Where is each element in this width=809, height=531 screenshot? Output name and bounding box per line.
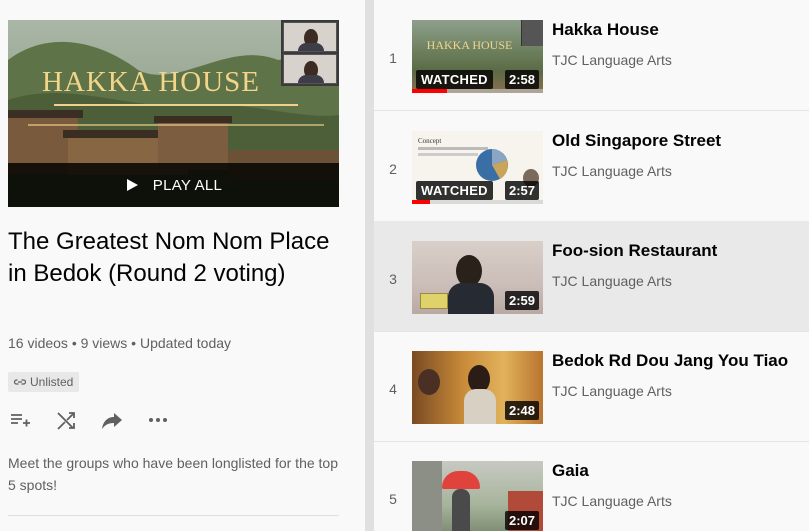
video-channel[interactable]: TJC Language Arts — [552, 383, 672, 399]
video-title[interactable]: Old Singapore Street — [552, 131, 721, 151]
play-all-label: PLAY ALL — [152, 176, 223, 194]
video-title[interactable]: Foo-sion Restaurant — [552, 241, 717, 261]
person-body — [452, 489, 470, 531]
hero-title-rule-lower — [28, 124, 324, 126]
watched-badge: WATCHED — [416, 181, 493, 200]
video-thumbnail[interactable]: 2:59 — [412, 241, 543, 314]
visibility-badge: Unlisted — [8, 372, 80, 392]
hero-title-rule — [54, 104, 298, 106]
playlist-video-row[interactable]: 4 2:48 Bedok Rd Dou Jang You Tiao TJC La… — [374, 331, 809, 441]
webcam-tiles — [281, 20, 339, 86]
person-body — [448, 283, 494, 314]
video-duration: 2:58 — [504, 70, 539, 89]
play-all-button[interactable]: PLAY ALL — [8, 163, 339, 207]
video-channel[interactable]: TJC Language Arts — [552, 163, 672, 179]
background-object — [420, 293, 448, 309]
more-options-button[interactable] — [146, 408, 170, 432]
watch-progress-bar — [412, 200, 431, 204]
playlist-description: Meet the groups who have been longlisted… — [8, 455, 338, 493]
video-channel[interactable]: TJC Language Arts — [552, 273, 672, 289]
visibility-label: Unlisted — [30, 375, 74, 389]
play-icon — [126, 179, 138, 191]
more-icon — [149, 418, 167, 422]
thumb-overlay-text: Concept — [418, 137, 442, 145]
playlist-video-row[interactable]: 1 HAKKA HOUSE WATCHED 2:58 Hakka House T… — [374, 0, 809, 110]
video-duration: 2:07 — [504, 511, 539, 530]
watch-progress-bar — [412, 89, 448, 93]
video-index: 4 — [389, 381, 397, 397]
playlist-title[interactable]: The Greatest Nom Nom Place in Bedok (Rou… — [8, 226, 338, 290]
background-building — [412, 461, 442, 531]
progress-track — [412, 200, 543, 204]
shuffle-button[interactable] — [54, 408, 78, 432]
playlist-stats: 16 videos • 9 views • Updated today — [8, 335, 232, 351]
person-head — [418, 369, 440, 395]
playlist-actions — [8, 408, 170, 432]
playlist-video-list: 1 HAKKA HOUSE WATCHED 2:58 Hakka House T… — [374, 0, 809, 531]
video-thumbnail[interactable]: Concept WATCHED 2:57 — [412, 131, 543, 204]
playlist-thumbnail[interactable]: HAKKA HOUSE PLAY ALL — [8, 20, 339, 207]
divider — [8, 515, 339, 516]
pie-illustration — [476, 149, 508, 181]
video-duration: 2:48 — [504, 401, 539, 420]
hero-overlay-title: HAKKA HOUSE — [41, 66, 261, 98]
watched-badge: WATCHED — [416, 70, 493, 89]
playlist-header-panel: HAKKA HOUSE PLAY ALL The Greatest Nom No… — [0, 0, 365, 531]
webcam-tile — [283, 54, 337, 84]
video-channel[interactable]: TJC Language Arts — [552, 493, 672, 509]
webcam-tile — [521, 20, 543, 46]
person-body — [464, 389, 496, 424]
video-title[interactable]: Hakka House — [552, 20, 659, 40]
video-channel[interactable]: TJC Language Arts — [552, 52, 672, 68]
video-duration: 2:59 — [504, 291, 539, 310]
video-duration: 2:57 — [504, 181, 539, 200]
video-thumbnail[interactable]: 2:48 — [412, 351, 543, 424]
add-to-queue-button[interactable] — [8, 408, 32, 432]
add-to-queue-icon — [11, 414, 30, 427]
panel-separator — [365, 0, 374, 531]
video-thumbnail[interactable]: 2:07 — [412, 461, 543, 531]
video-index: 1 — [389, 50, 397, 66]
share-icon — [102, 413, 122, 429]
webcam-tile — [283, 22, 337, 52]
video-title[interactable]: Bedok Rd Dou Jang You Tiao — [552, 351, 788, 371]
playlist-video-row[interactable]: 5 2:07 Gaia TJC Language Arts — [374, 441, 809, 531]
video-title[interactable]: Gaia — [552, 461, 589, 481]
video-thumbnail[interactable]: HAKKA HOUSE WATCHED 2:58 — [412, 20, 543, 93]
playlist-video-row-current[interactable]: 3 2:59 Foo-sion Restaurant TJC Language … — [374, 221, 809, 331]
video-index: 2 — [389, 161, 397, 177]
umbrella — [442, 471, 480, 489]
video-index: 3 — [389, 271, 397, 287]
share-button[interactable] — [100, 408, 124, 432]
playlist-video-row[interactable]: 2 Concept WATCHED 2:57 Old Singapore Str… — [374, 111, 809, 221]
slide-text-line — [418, 153, 478, 156]
shuffle-icon — [57, 412, 75, 430]
thumb-overlay-text: HAKKA HOUSE — [426, 38, 513, 52]
link-icon — [14, 379, 26, 385]
video-index: 5 — [389, 491, 397, 507]
